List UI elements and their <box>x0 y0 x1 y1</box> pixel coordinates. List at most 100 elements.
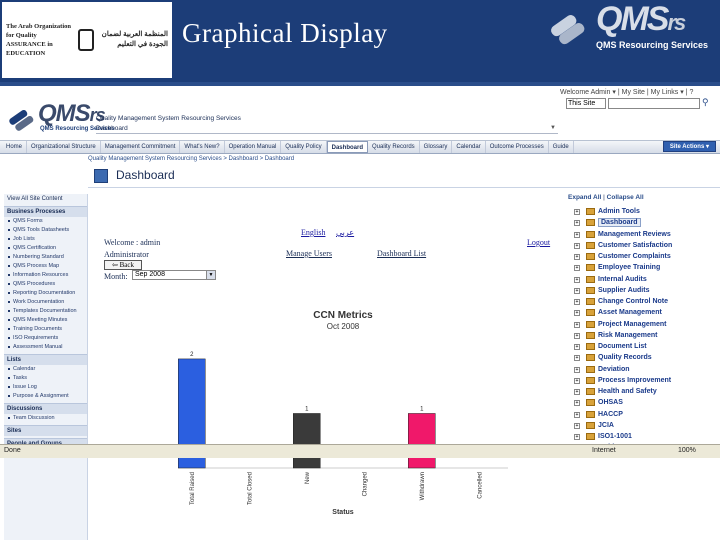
folder-icon <box>586 298 595 305</box>
expand-icon[interactable]: + <box>574 344 580 350</box>
quick-launch-heading[interactable]: Lists <box>4 354 87 365</box>
expand-icon[interactable]: + <box>574 209 580 215</box>
site-actions-button[interactable]: Site Actions ▾ <box>662 141 716 152</box>
top-links[interactable]: Welcome Admin ▾ | My Site | My Links ▾ |… <box>560 88 693 96</box>
quick-launch-item[interactable]: Information Resources <box>4 271 87 280</box>
quick-launch-item[interactable]: Purpose & Assignment <box>4 392 87 401</box>
quick-launch-item[interactable]: Training Documents <box>4 325 87 334</box>
quick-launch-item[interactable]: Issue Log <box>4 383 87 392</box>
expand-icon[interactable]: + <box>574 400 580 407</box>
quick-launch-item[interactable]: Templates Documentation <box>4 307 87 316</box>
expand-icon[interactable]: + <box>574 422 580 429</box>
nav-tab[interactable]: Guide <box>549 141 574 153</box>
nav-tab[interactable]: Management Commitment <box>101 141 181 153</box>
tree-item[interactable]: + Deviation <box>572 364 718 375</box>
chart-canvas: 2 Total Raised Total Closed 1 New Changed 1 Wit… <box>178 352 508 516</box>
expand-icon[interactable]: + <box>574 321 580 328</box>
quick-launch-item[interactable]: QMS Tools Datasheets <box>4 226 87 235</box>
expand-icon[interactable]: + <box>574 299 580 305</box>
expand-icon[interactable]: + <box>574 310 580 317</box>
tree-item[interactable]: + Internal Audits <box>572 274 718 285</box>
tree-item[interactable]: + JCIA <box>572 420 718 431</box>
collapse-all-link[interactable]: Collapse All <box>607 194 644 201</box>
expand-icon[interactable]: + <box>574 366 580 373</box>
tree-item[interactable]: + Health and Safety <box>572 386 718 397</box>
expand-all-link[interactable]: Expand All <box>568 194 601 201</box>
tree-item[interactable]: + Employee Training <box>572 262 718 273</box>
month-select[interactable]: Sep 2008 ▼ <box>132 270 216 280</box>
tree-item[interactable]: + Risk Management <box>572 330 718 341</box>
expand-icon[interactable]: + <box>574 254 580 260</box>
quick-launch-item[interactable]: Assessment Manual <box>4 343 87 352</box>
arabic-link[interactable]: عربي <box>336 228 354 237</box>
tree-item[interactable]: + Quality Records <box>572 352 718 363</box>
tree-item[interactable]: + Management Reviews <box>572 229 718 240</box>
search-scope-select[interactable]: This Site <box>566 98 606 109</box>
quick-launch-item[interactable]: Reporting Documentation <box>4 289 87 298</box>
tree-item[interactable]: + OHSAS <box>572 397 718 408</box>
expand-icon[interactable]: + <box>574 287 580 294</box>
quick-launch-heading[interactable]: Sites <box>4 425 87 436</box>
expand-icon[interactable]: + <box>574 411 580 418</box>
tree-item[interactable]: + Project Management <box>572 319 718 330</box>
nav-tab[interactable]: Organizational Structure <box>27 141 101 153</box>
nav-tab[interactable]: What's New? <box>180 141 225 153</box>
nav-tab[interactable]: Quality Policy <box>281 141 327 153</box>
back-button[interactable]: ⇦ Back <box>104 260 142 270</box>
tree-item[interactable]: + Process Improvement <box>572 375 718 386</box>
quick-launch-item[interactable]: QMS Meeting Minutes <box>4 316 87 325</box>
search-icon[interactable]: ⚲ <box>702 97 714 109</box>
nav-tab[interactable]: Glossary <box>420 141 453 153</box>
expand-icon[interactable]: + <box>574 377 580 384</box>
expand-icon[interactable]: + <box>574 355 580 362</box>
nav-tab[interactable]: Dashboard <box>326 141 368 153</box>
quick-launch-heading[interactable]: Discussions <box>4 403 87 414</box>
folder-icon <box>586 421 595 429</box>
quick-launch-item[interactable]: Tasks <box>4 374 87 383</box>
nav-tab[interactable]: Quality Records <box>368 141 420 153</box>
tree-item[interactable]: + Change Control Note <box>572 296 718 307</box>
breadcrumb[interactable]: Quality Management System Resourcing Ser… <box>88 156 294 162</box>
dashboard-list-link[interactable]: Dashboard List <box>377 249 426 258</box>
tree-item[interactable]: + ISO1-1001 <box>572 431 718 442</box>
quick-launch-item[interactable]: ISO Requirements <box>4 334 87 343</box>
nav-tab[interactable]: Home <box>2 141 28 153</box>
quick-launch-item[interactable]: Job Lists <box>4 235 87 244</box>
tree-item-label: Health and Safety <box>598 388 657 395</box>
quick-launch-item[interactable]: QMS Certification <box>4 244 87 253</box>
english-link[interactable]: English <box>301 228 325 237</box>
quick-launch-item[interactable]: QMS Process Map <box>4 262 87 271</box>
tree-item[interactable]: + Customer Complaints <box>572 251 718 262</box>
view-all-content-link[interactable]: View All Site Content <box>4 194 87 204</box>
expand-icon[interactable]: + <box>574 231 580 238</box>
quick-launch-item[interactable]: Team Discussion <box>4 414 87 423</box>
tree-item[interactable]: + Admin Tools <box>572 206 718 217</box>
expand-icon[interactable]: + <box>574 332 580 339</box>
quick-launch-heading[interactable]: Business Processes <box>4 206 87 217</box>
quick-launch-item[interactable]: Numbering Standard <box>4 253 87 262</box>
tree-item[interactable]: + Customer Satisfaction <box>572 240 718 251</box>
quick-launch-item[interactable]: Work Documentation <box>4 298 87 307</box>
quick-launch-item[interactable]: Calendar <box>4 365 87 374</box>
nav-tab[interactable]: Calendar <box>452 141 486 153</box>
tree-item[interactable]: + HACCP <box>572 409 718 420</box>
expand-icon[interactable]: + <box>574 434 580 440</box>
expand-icon[interactable]: + <box>574 276 580 283</box>
expand-icon[interactable]: + <box>574 242 580 249</box>
quick-launch-item[interactable]: QMS Procedures <box>4 280 87 289</box>
expand-icon[interactable]: + <box>574 265 580 272</box>
search-input[interactable] <box>608 98 700 109</box>
tree-item[interactable]: + Dashboard <box>572 217 718 228</box>
tree-item[interactable]: + Asset Management <box>572 307 718 318</box>
zoom-level[interactable]: 100% <box>678 447 696 454</box>
nav-tab[interactable]: Outcome Processes <box>486 141 549 153</box>
dashboard-select[interactable]: Dashboard ▼ <box>96 124 558 134</box>
expand-icon[interactable]: + <box>574 389 580 395</box>
tree-item[interactable]: + Document List <box>572 341 718 352</box>
nav-tab[interactable]: Operation Manual <box>225 141 282 153</box>
quick-launch-item[interactable]: QMS Forms <box>4 217 87 226</box>
logout-link[interactable]: Logout <box>527 238 550 247</box>
manage-users-link[interactable]: Manage Users <box>286 249 332 258</box>
expand-icon[interactable]: + <box>574 220 580 227</box>
tree-item[interactable]: + Supplier Audits <box>572 285 718 296</box>
